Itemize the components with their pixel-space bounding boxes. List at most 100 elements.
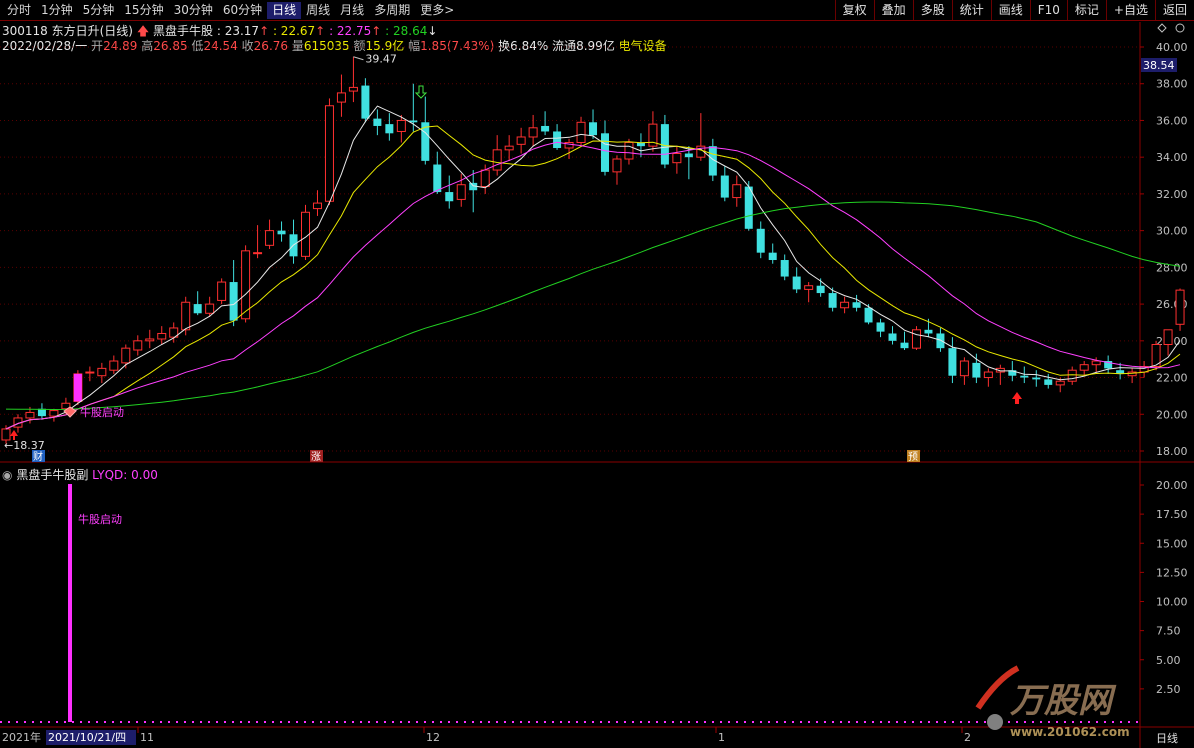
sub-indicator-name[interactable]: 黑盘手牛股副 (16, 468, 88, 482)
candle-body (672, 153, 682, 164)
candle-body (852, 302, 861, 308)
sub-y-tick-label: 15.00 (1156, 537, 1188, 550)
candle-body (1091, 360, 1101, 366)
candle-body (121, 347, 131, 364)
candle-body (601, 133, 609, 172)
candle-body (576, 121, 586, 143)
ma10-line (5, 125, 1181, 430)
candle-body (684, 153, 693, 158)
sub-y-tick-label: 2.50 (1156, 683, 1181, 696)
candle-body (1067, 369, 1077, 382)
candle-body (456, 184, 466, 200)
candle-body (756, 228, 765, 253)
event-marker-label: 预 (908, 451, 918, 463)
sub-y-tick-label: 7.50 (1156, 625, 1181, 638)
candle-body (959, 360, 969, 377)
candle-body (492, 149, 502, 171)
sub-y-tick-label: 20.00 (1156, 479, 1188, 492)
candle-body (217, 281, 227, 301)
candle-body (373, 118, 382, 126)
candle-body (348, 86, 358, 92)
candle-body (336, 92, 346, 103)
candle-body (541, 125, 550, 132)
y-tick-label: 22.00 (1156, 372, 1188, 385)
candle-body (589, 122, 598, 136)
candle-body (205, 303, 215, 314)
candle-body (277, 230, 286, 235)
candle-body (924, 329, 933, 334)
candle-body (504, 145, 514, 151)
sub-chart-header: ◉ 黑盘手牛股副 LYQD: 0.00 (2, 466, 158, 483)
collapse-icon[interactable]: ◉ (2, 468, 12, 482)
candle-body (1163, 329, 1173, 345)
candle-body (145, 338, 155, 342)
signal-candle (73, 373, 82, 402)
y-tick-label: 32.00 (1156, 188, 1188, 201)
candle-body (900, 342, 909, 349)
y-tick-label: 30.00 (1156, 225, 1188, 238)
diamond-toggle-icon[interactable] (1157, 23, 1167, 33)
candle-body (911, 329, 921, 349)
ma20-line (5, 141, 1181, 430)
candle-body (804, 285, 814, 290)
chart-canvas[interactable]: 40.0038.0036.0034.0032.0030.0028.0026.00… (0, 0, 1194, 748)
candle-body (983, 371, 993, 379)
candle-body (181, 301, 191, 331)
candle-body (241, 250, 251, 320)
candle-body (948, 348, 957, 376)
candle-body (445, 192, 454, 202)
candle-body (361, 85, 370, 119)
signal-text: 牛股启动 (80, 405, 124, 419)
candle-body (936, 333, 945, 349)
y-tick-label: 36.00 (1156, 114, 1188, 127)
candle-body (396, 119, 406, 132)
sub-y-tick-label: 17.50 (1156, 508, 1188, 521)
stock-chart-window: 分时 1分钟 5分钟 15分钟 30分钟 60分钟 日线 周线 月线 多周期 更多> 复权 叠加 多股统… (0, 0, 1194, 748)
candle-body (193, 304, 202, 314)
high-pointer (353, 56, 364, 61)
candle-body (553, 131, 562, 148)
candle-body (768, 252, 777, 261)
candle-body (1175, 289, 1185, 325)
event-marker-label: 涨 (311, 451, 321, 463)
circle-toggle-icon[interactable] (1175, 23, 1185, 33)
candle-body (133, 340, 143, 351)
sub-y-tick-label: 12.50 (1156, 566, 1188, 579)
candle-body (828, 293, 837, 308)
sub-signal-text: 牛股启动 (78, 512, 122, 526)
candle-body (85, 371, 95, 374)
candle-body (1079, 364, 1089, 371)
sell-arrow-icon (414, 85, 428, 99)
candle-body (864, 307, 873, 323)
candle-body (1020, 375, 1029, 378)
signal-bar (68, 484, 72, 722)
candle-body (840, 301, 850, 309)
x-month-label: 1 (718, 731, 725, 744)
x-month-label: 12 (426, 731, 440, 744)
y-tick-label: 34.00 (1156, 151, 1188, 164)
candle-body (816, 285, 825, 294)
cursor-date-label: 2021/10/21/四 (48, 731, 126, 744)
candle-body (732, 184, 742, 199)
candle-body (433, 164, 442, 193)
candle-body (1032, 377, 1041, 380)
candle-body (229, 282, 238, 321)
buy-arrow-icon (1012, 392, 1022, 404)
sub-indicator-value: LYQD: 0.00 (92, 468, 158, 482)
candle-body (528, 127, 538, 138)
candle-body (624, 141, 634, 160)
candle-body (265, 230, 275, 246)
y-tick-label: 38.00 (1156, 78, 1188, 91)
candle-body (1044, 379, 1053, 385)
x-month-label: 2 (964, 731, 971, 744)
candle-body (792, 276, 801, 290)
x-year-label: 2021年 (2, 730, 41, 744)
x-month-label: 11 (140, 731, 154, 744)
candle-body (720, 175, 729, 198)
y-tick-label: 18.00 (1156, 445, 1188, 458)
candle-body (109, 360, 119, 371)
watermark-coin-icon (987, 714, 1003, 730)
candle-body (612, 158, 622, 173)
high-price-label: 39.47 (365, 53, 397, 66)
candle-body (516, 136, 526, 145)
